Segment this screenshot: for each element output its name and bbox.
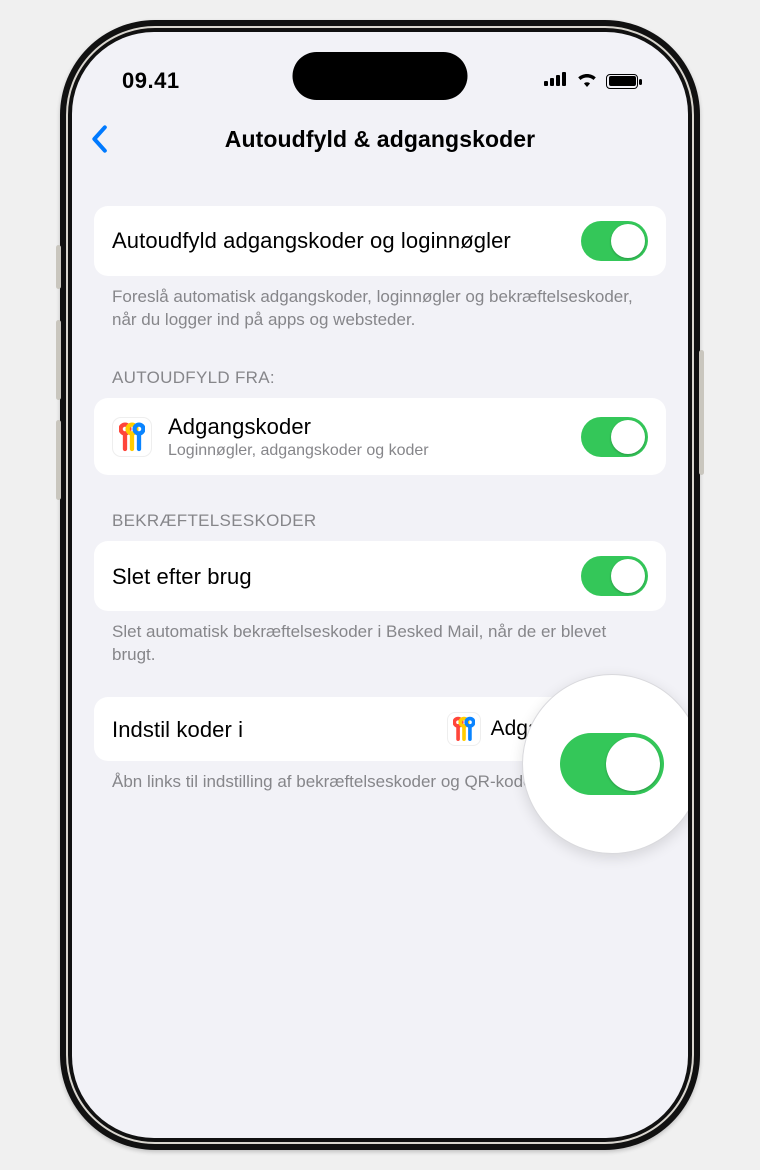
- group-footer: Slet automatisk bekræftelseskoder i Besk…: [112, 621, 648, 667]
- screen: 09.41 Autoudfyld & adgangskoder: [72, 32, 688, 1138]
- status-icons: [544, 71, 638, 92]
- group-autofill: Autoudfyld adgangskoder og loginnøgler F…: [94, 206, 666, 332]
- toggle-autofill-passwords[interactable]: [581, 221, 648, 261]
- group-header: AUTOUDFYLD FRA:: [112, 368, 648, 388]
- row-delete-after-use[interactable]: Slet efter brug: [94, 541, 666, 611]
- cellular-icon: [544, 72, 568, 91]
- callout-magnifier: [522, 674, 688, 854]
- power-button: [699, 350, 704, 475]
- side-button: [56, 245, 61, 289]
- group-footer: Foreslå automatisk adgangskoder, loginnø…: [112, 286, 648, 332]
- volume-down-button: [56, 420, 61, 500]
- page-title: Autoudfyld & adgangskoder: [72, 126, 688, 153]
- dynamic-island: [293, 52, 468, 100]
- row-passwords-provider[interactable]: Adgangskoder Loginnøgler, adgangskoder o…: [94, 398, 666, 476]
- battery-icon: [606, 74, 638, 89]
- group-verification-codes: BEKRÆFTELSESKODER Slet efter brug Slet a…: [94, 511, 666, 667]
- row-autofill-passwords[interactable]: Autoudfyld adgangskoder og loginnøgler: [94, 206, 666, 276]
- toggle-delete-after-use[interactable]: [581, 556, 648, 596]
- group-autofill-from: AUTOUDFYLD FRA: Adgangskoder Loginnøgler…: [94, 368, 666, 476]
- group-header: BEKRÆFTELSESKODER: [112, 511, 648, 531]
- row-label: Slet efter brug: [112, 563, 565, 591]
- navigation-bar: Autoudfyld & adgangskoder: [72, 110, 688, 168]
- back-button[interactable]: [90, 125, 108, 153]
- toggle-passwords-provider[interactable]: [581, 417, 648, 457]
- row-label: Indstil koder i: [112, 716, 431, 744]
- row-label: Autoudfyld adgangskoder og loginnøgler: [112, 227, 565, 255]
- passwords-app-icon: [447, 712, 481, 746]
- chevron-left-icon: [90, 125, 108, 153]
- toggle-delete-after-use-magnified: [560, 733, 664, 795]
- status-time: 09.41: [122, 68, 180, 94]
- iphone-frame: 09.41 Autoudfyld & adgangskoder: [60, 20, 700, 1150]
- passwords-app-icon: [112, 417, 152, 457]
- volume-up-button: [56, 320, 61, 400]
- provider-title: Adgangskoder: [168, 413, 565, 441]
- provider-subtitle: Loginnøgler, adgangskoder og koder: [168, 442, 565, 460]
- wifi-icon: [576, 71, 598, 92]
